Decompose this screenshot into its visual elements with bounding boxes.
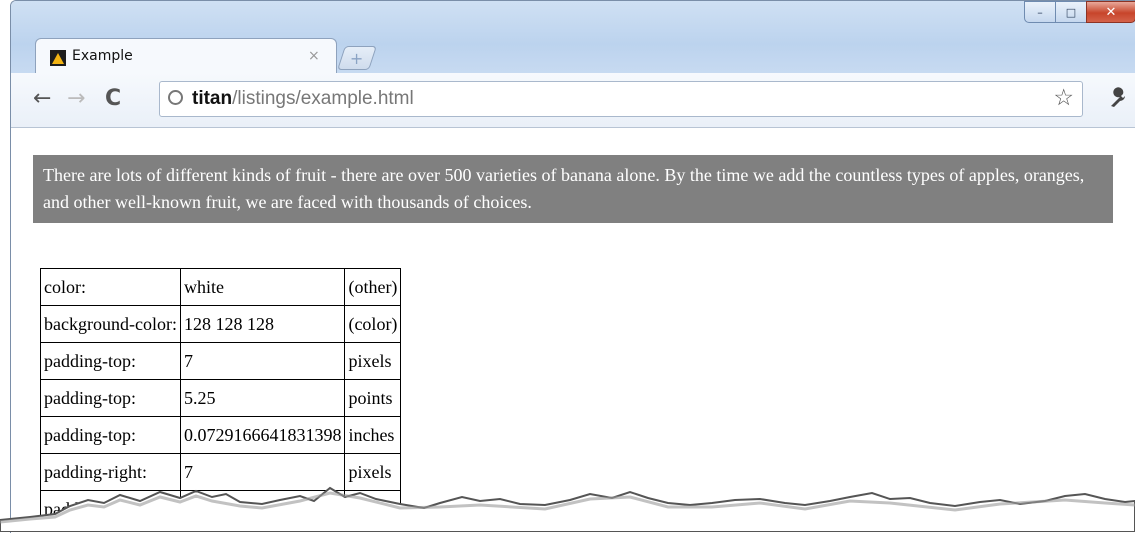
fruit-banner: There are lots of different kinds of fru… — [33, 155, 1113, 223]
table-row: color: white (other) — [40, 268, 402, 306]
minimize-button[interactable]: – — [1024, 1, 1056, 23]
property-unit-cell: inches — [344, 416, 402, 454]
maximize-button[interactable]: □ — [1055, 1, 1087, 23]
address-bar[interactable]: titan/listings/example.html ☆ — [159, 81, 1083, 117]
tab-title: Example — [72, 48, 133, 64]
back-arrow-icon[interactable]: ← — [33, 87, 51, 111]
forward-arrow-icon[interactable]: → — [67, 87, 85, 111]
property-unit-cell: pixels — [344, 342, 402, 380]
browser-window: – □ ✕ Example × + ← → C titan/listings/e… — [10, 0, 1135, 533]
property-name-cell: color: — [40, 268, 181, 306]
url-text: titan/listings/example.html — [192, 88, 414, 110]
title-bar: – □ ✕ Example × + — [11, 1, 1135, 75]
table-row: background-color: 128 128 128 (color) — [40, 305, 402, 343]
new-tab-button[interactable]: + — [337, 46, 377, 70]
wrench-glyph — [1111, 87, 1125, 107]
wrench-icon[interactable] — [1108, 87, 1130, 115]
property-value-cell: 0.0729166641831398 — [179, 416, 346, 454]
property-value-cell: 5.25 — [179, 379, 346, 417]
property-value-cell: 128 128 128 — [179, 305, 346, 343]
property-unit-cell: points — [344, 379, 402, 417]
url-path: /listings/example.html — [232, 88, 414, 109]
reload-icon[interactable]: C — [105, 87, 121, 111]
property-unit-cell: (color) — [344, 305, 402, 343]
table-row: padding-top: 0.0729166641831398 inches — [40, 416, 402, 454]
warning-triangle-favicon-icon — [50, 50, 66, 66]
plus-icon: + — [350, 48, 364, 68]
close-window-button[interactable]: ✕ — [1086, 1, 1135, 23]
property-value-cell: 7 — [179, 342, 346, 380]
bookmark-star-icon[interactable]: ☆ — [1053, 85, 1074, 111]
tab-close-icon[interactable]: × — [308, 48, 320, 64]
property-name-cell: padding-top: — [40, 342, 181, 380]
property-name-cell: background-color: — [40, 305, 181, 343]
property-unit-cell: (other) — [344, 268, 402, 306]
navigation-toolbar: ← → C titan/listings/example.html ☆ — [11, 73, 1135, 128]
url-host: titan — [192, 88, 233, 109]
property-value-cell: white — [179, 268, 346, 306]
property-name-cell: padding-top: — [40, 379, 181, 417]
globe-icon — [168, 90, 183, 105]
property-name-cell: padding-top: — [40, 416, 181, 454]
table-row: padding-top: 5.25 points — [40, 379, 402, 417]
torn-paper-edge — [0, 486, 1135, 532]
table-row: padding-top: 7 pixels — [40, 342, 402, 380]
window-controls: – □ ✕ — [1024, 1, 1135, 23]
tab-example[interactable]: Example × — [35, 38, 337, 75]
